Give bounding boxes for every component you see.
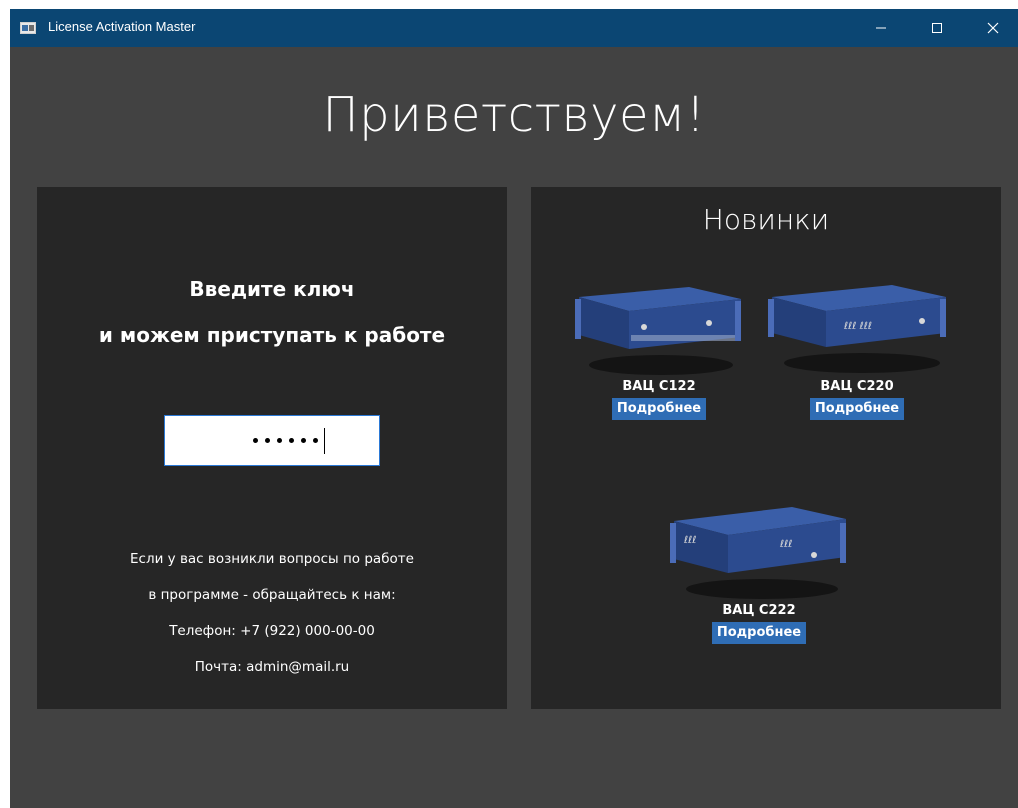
svg-text:ℓℓℓ: ℓℓℓ <box>780 539 792 550</box>
welcome-heading: Приветствуем! <box>322 87 706 143</box>
text-caret <box>324 427 325 454</box>
product-image: ℓℓℓ ℓℓℓ <box>768 285 946 373</box>
close-icon <box>987 22 999 34</box>
contact-email: Почта: admin@mail.ru <box>194 659 350 675</box>
news-panel: Новинки ВАЦ С122 Подробнее ℓℓℓ ℓℓℓ ВАЦ С… <box>531 187 1001 709</box>
contact-phone: Телефон: +7 (922) 000-00-00 <box>169 623 375 639</box>
product-image: ℓℓℓ ℓℓℓ <box>670 507 846 599</box>
app-window: License Activation Master Приветствуем! … <box>10 9 1018 808</box>
product-image <box>575 287 741 375</box>
product-card: ℓℓℓ ℓℓℓ ВАЦ С222 Подробнее <box>659 483 859 644</box>
prompt-line-2: и можем приступать к работе <box>98 323 446 347</box>
details-button[interactable]: Подробнее <box>809 398 905 420</box>
maximize-button[interactable] <box>914 9 960 47</box>
product-name: ВАЦ С122 <box>622 379 696 394</box>
details-button[interactable]: Подробнее <box>611 398 707 420</box>
prompt-line-1: Введите ключ <box>189 277 355 301</box>
details-button[interactable]: Подробнее <box>711 622 807 644</box>
contact-text-line-1: Если у вас возникли вопросы по работе <box>130 551 414 567</box>
close-button[interactable] <box>970 9 1016 47</box>
svg-text:ℓℓℓ: ℓℓℓ <box>684 535 696 546</box>
contact-text-line-2: в программе - обращайтесь к нам: <box>148 587 396 603</box>
activation-panel: Введите ключ и можем приступать к работе… <box>37 187 507 709</box>
product-card: ВАЦ С122 Подробнее <box>559 257 759 420</box>
product-name: ВАЦ С222 <box>722 603 796 618</box>
license-key-input[interactable] <box>164 415 380 466</box>
svg-text:ℓℓℓ ℓℓℓ: ℓℓℓ ℓℓℓ <box>844 321 872 332</box>
title-bar[interactable]: License Activation Master <box>10 9 1018 47</box>
news-title: Новинки <box>702 203 830 236</box>
minimize-icon <box>876 27 886 29</box>
product-card: ℓℓℓ ℓℓℓ ВАЦ С220 Подробнее <box>757 263 957 420</box>
product-name: ВАЦ С220 <box>820 379 894 394</box>
window-title: License Activation Master <box>48 19 196 34</box>
masked-key-value <box>253 438 318 443</box>
minimize-button[interactable] <box>858 9 904 47</box>
maximize-icon <box>932 23 942 33</box>
app-window-icon <box>20 22 36 34</box>
